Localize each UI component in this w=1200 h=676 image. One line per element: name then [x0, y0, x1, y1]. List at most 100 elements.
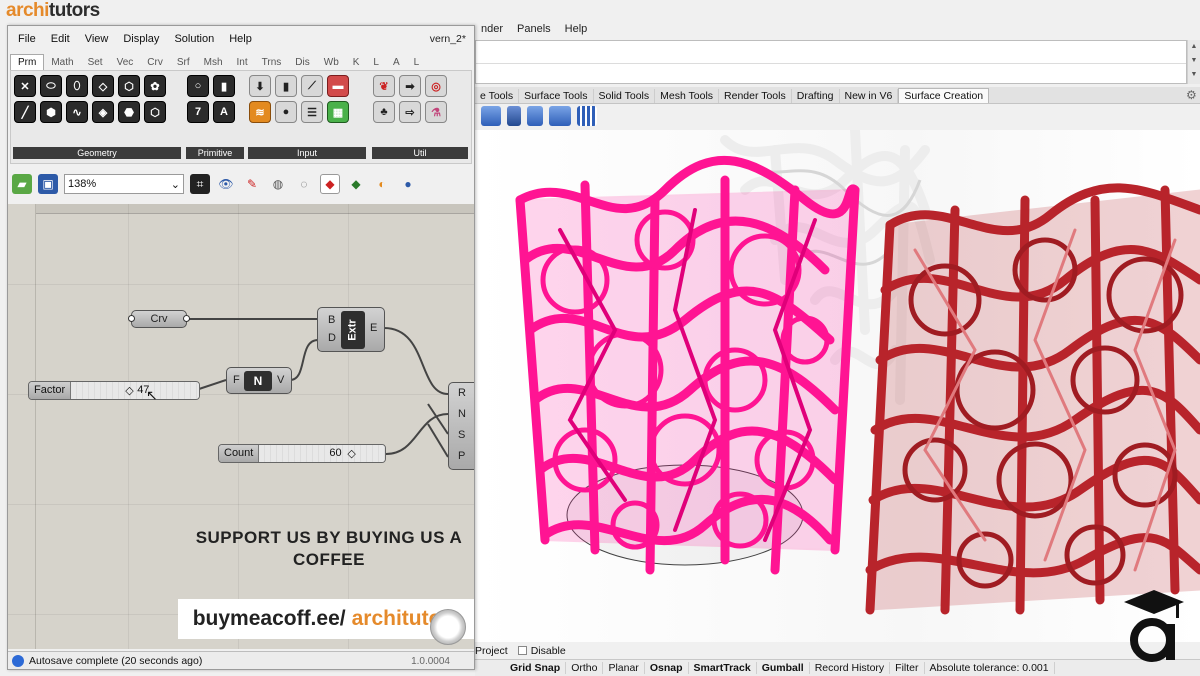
- factor-slider[interactable]: Factor ◇ 47: [28, 381, 200, 400]
- fitness-icon[interactable]: ◎: [425, 75, 447, 97]
- count-slider-track[interactable]: 60 ◇: [259, 445, 385, 462]
- open-file-icon[interactable]: ▰: [12, 174, 32, 194]
- osnap-toggle[interactable]: Osnap: [645, 662, 689, 674]
- tab-params[interactable]: Prm: [10, 54, 45, 70]
- tab-display[interactable]: Dis: [288, 55, 316, 70]
- tab-kangaroo[interactable]: K: [346, 55, 367, 70]
- plane-param-icon[interactable]: ⬢: [40, 101, 62, 123]
- project-option[interactable]: Project: [475, 645, 508, 657]
- tab-vector[interactable]: Vec: [110, 55, 141, 70]
- cherry-picker-icon[interactable]: ❦: [373, 75, 395, 97]
- preview-selected-icon[interactable]: ◆: [346, 174, 366, 194]
- tree-icon[interactable]: ♣: [373, 101, 395, 123]
- number-param-icon[interactable]: 7: [187, 101, 209, 123]
- extrude-component[interactable]: B D Extr E: [317, 307, 385, 352]
- tab-math[interactable]: Math: [44, 55, 80, 70]
- zoom-select[interactable]: 138% ⌄: [64, 174, 184, 194]
- tab-surface[interactable]: Srf: [170, 55, 197, 70]
- grid-snap-toggle[interactable]: Grid Snap: [505, 662, 567, 674]
- curve-param-icon[interactable]: ∿: [66, 101, 88, 123]
- preview-mesh-icon[interactable]: ●: [398, 174, 418, 194]
- tab-surface-tools[interactable]: Surface Tools: [519, 89, 594, 103]
- normal-component[interactable]: F N V: [226, 367, 292, 394]
- smarttrack-toggle[interactable]: SmartTrack: [689, 662, 757, 674]
- crv-input-port[interactable]: [128, 315, 135, 322]
- tab-new-in-v6[interactable]: New in V6: [840, 89, 899, 103]
- sketch-brush-icon[interactable]: ✎: [242, 174, 262, 194]
- tab-solid-tools[interactable]: Solid Tools: [594, 89, 656, 103]
- mesh-param-icon[interactable]: ✿: [144, 75, 166, 97]
- gumball-toggle[interactable]: Gumball: [757, 662, 810, 674]
- gh-menu-help[interactable]: Help: [229, 33, 252, 45]
- gh-menu-edit[interactable]: Edit: [51, 33, 70, 45]
- line-param-icon[interactable]: ╱: [14, 101, 36, 123]
- tab-surface-creation[interactable]: Surface Creation: [898, 88, 990, 103]
- data-output-icon[interactable]: ➡: [399, 75, 421, 97]
- document-preview-icon[interactable]: ◐: [372, 174, 392, 194]
- surface-tool-icon[interactable]: [507, 106, 521, 126]
- tab-render-tools[interactable]: Render Tools: [719, 89, 792, 103]
- preview-off-icon[interactable]: ◍: [268, 174, 288, 194]
- box-param-icon[interactable]: ◇: [92, 75, 114, 97]
- value-list-icon[interactable]: ☰: [301, 101, 323, 123]
- flask-icon[interactable]: ⚗: [425, 101, 447, 123]
- save-file-icon[interactable]: ▣: [38, 174, 58, 194]
- arc-param-icon[interactable]: ⬯: [66, 75, 88, 97]
- tab-transform-tools[interactable]: e Tools: [475, 89, 520, 103]
- gh-menu-view[interactable]: View: [85, 33, 109, 45]
- tab-curve[interactable]: Crv: [140, 55, 170, 70]
- surface-tool-icon[interactable]: [481, 106, 501, 126]
- command-scrollbar[interactable]: ▲ ▼ ▼: [1187, 40, 1200, 84]
- gradient-input-icon[interactable]: ▬: [327, 75, 349, 97]
- tab-sets[interactable]: Set: [81, 55, 110, 70]
- rhino-command-history[interactable]: [475, 40, 1187, 84]
- zoom-extents-icon[interactable]: ⌗: [190, 174, 210, 194]
- disable-checkbox[interactable]: [517, 645, 527, 655]
- surface-param-icon[interactable]: ◈: [92, 101, 114, 123]
- tab-intersect[interactable]: Int: [230, 55, 255, 70]
- gh-menu-solution[interactable]: Solution: [174, 33, 214, 45]
- count-slider-handle-icon[interactable]: ◇: [347, 447, 355, 460]
- gh-menu-display[interactable]: Display: [123, 33, 159, 45]
- surface-tool-icon[interactable]: [527, 106, 543, 126]
- planar-toggle[interactable]: Planar: [603, 662, 645, 674]
- button-input-icon[interactable]: ●: [275, 101, 297, 123]
- gh-menu-file[interactable]: File: [18, 33, 36, 45]
- tab-ladybug[interactable]: L: [407, 55, 427, 70]
- factor-slider-track[interactable]: ◇ 47: [71, 382, 199, 399]
- canvas-widget-icon[interactable]: [430, 609, 466, 645]
- graph-mapper-icon[interactable]: ≋: [249, 101, 271, 123]
- rhino-menu-render[interactable]: nder: [481, 23, 503, 35]
- crv-output-port[interactable]: [183, 315, 190, 322]
- tab-weaverbird[interactable]: Wb: [317, 55, 346, 70]
- point-param-icon[interactable]: ✕: [14, 75, 36, 97]
- tab-mesh[interactable]: Msh: [197, 55, 230, 70]
- tab-mesh-tools[interactable]: Mesh Tools: [655, 89, 720, 103]
- group-param-icon[interactable]: ⬡: [144, 101, 166, 123]
- boolean-param-icon[interactable]: ○: [187, 75, 209, 97]
- geometry-param-icon[interactable]: ⬣: [118, 101, 140, 123]
- panel-input-icon[interactable]: ⬇: [249, 75, 271, 97]
- surface-tool-icon[interactable]: [549, 106, 571, 126]
- disable-option[interactable]: Disable: [517, 645, 566, 657]
- factor-slider-handle-icon[interactable]: ◇: [125, 384, 133, 397]
- tab-transform[interactable]: Trns: [255, 55, 289, 70]
- brep-param-icon[interactable]: ⬡: [118, 75, 140, 97]
- tab-anemone[interactable]: A: [386, 55, 407, 70]
- shaded-preview-icon[interactable]: ◆: [320, 174, 340, 194]
- tab-drafting[interactable]: Drafting: [792, 89, 840, 103]
- circle-param-icon[interactable]: ⬭: [40, 75, 62, 97]
- record-history-toggle[interactable]: Record History: [810, 662, 891, 674]
- surface-grid-icon[interactable]: [577, 106, 597, 126]
- toggle-input-icon[interactable]: ▮: [275, 75, 297, 97]
- offscreen-component[interactable]: R N S P: [448, 382, 474, 470]
- integer-param-icon[interactable]: ▮: [213, 75, 235, 97]
- gh-canvas[interactable]: Crv B D Extr E F N V Factor ◇ 47 ↖ Count…: [8, 204, 474, 649]
- filter-toggle[interactable]: Filter: [890, 662, 925, 674]
- count-slider[interactable]: Count 60 ◇: [218, 444, 386, 463]
- ortho-toggle[interactable]: Ortho: [566, 662, 604, 674]
- rhino-menu-help[interactable]: Help: [565, 23, 588, 35]
- rhino-viewport[interactable]: [475, 130, 1200, 642]
- data-input-icon[interactable]: ⇨: [399, 101, 421, 123]
- slider-input-icon[interactable]: ⟋: [301, 75, 323, 97]
